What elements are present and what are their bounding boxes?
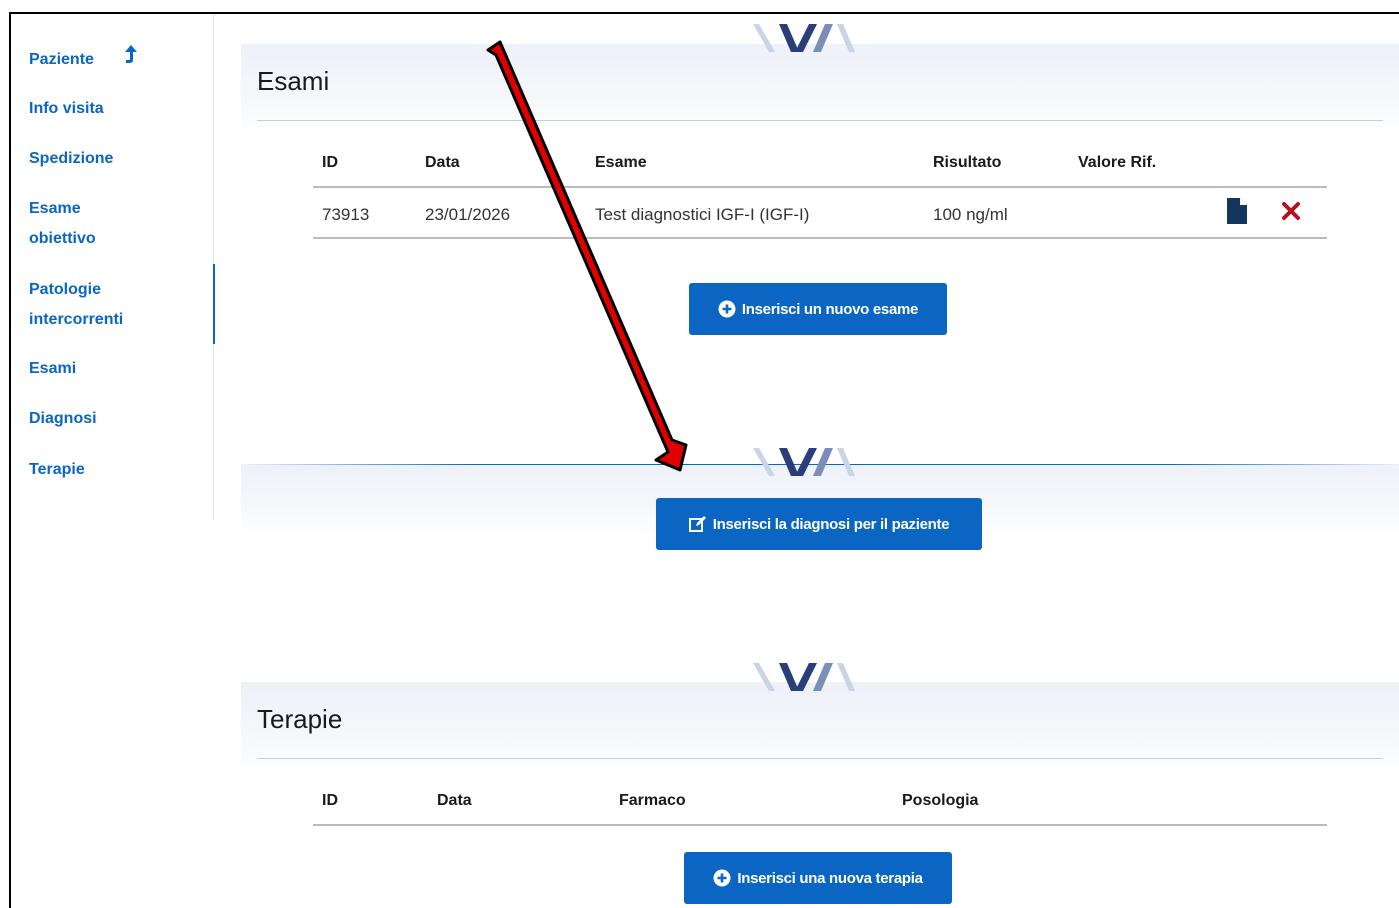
sidebar-item-esame-obiettivo[interactable]: Esame obiettivo — [29, 194, 96, 254]
sidebar-item-label: Esame — [29, 200, 81, 217]
sidebar-item-terapie[interactable]: Terapie — [29, 455, 85, 485]
add-esame-button[interactable]: Inserisci un nuovo esame — [689, 283, 947, 335]
sidebar-nav: Paziente Info visita Spedizione Esame ob… — [11, 14, 215, 520]
sidebar-item-label: Diagnosi — [29, 410, 97, 427]
esami-cell-risultato: 100 ng/ml — [933, 205, 1008, 224]
sidebar-item-label: Spedizione — [29, 150, 114, 167]
terapie-header-farmaco: Farmaco — [619, 792, 686, 809]
sidebar-item-label: Info visita — [29, 100, 104, 117]
section-logo-icon — [753, 24, 855, 52]
sidebar-item-label: obiettivo — [29, 230, 96, 247]
plus-circle-icon — [718, 300, 736, 318]
esami-header-valore-rif: Valore Rif. — [1078, 154, 1157, 171]
esami-row-divider — [313, 237, 1327, 239]
esami-cell-id: 73913 — [322, 205, 370, 224]
terapie-header-id: ID — [322, 792, 338, 809]
esami-header-id: ID — [322, 154, 338, 171]
sidebar-item-label: Esami — [29, 360, 77, 377]
esami-title: Esami — [257, 66, 330, 96]
section-logo-icon — [753, 663, 855, 691]
arrow-up-icon-svg — [125, 45, 138, 63]
add-terapia-button-label: Inserisci una nuova terapia — [737, 869, 923, 887]
esami-divider — [257, 120, 1383, 121]
esami-header-data: Data — [425, 154, 460, 171]
sidebar-item-label: Patologie — [29, 281, 102, 298]
add-diagnosi-button-label: Inserisci la diagnosi per il paziente — [712, 515, 950, 533]
terapie-divider — [257, 758, 1383, 759]
edit-icon — [688, 516, 706, 532]
arrow-up-icon — [124, 43, 138, 73]
section-logo-icon — [753, 448, 855, 476]
esami-cell-esame: Test diagnostici IGF-I (IGF-I) — [595, 205, 810, 224]
sidebar-item-label: intercorrenti — [29, 311, 124, 328]
terapie-header-divider — [313, 824, 1327, 826]
sidebar-item-esami[interactable]: Esami — [29, 354, 76, 384]
plus-circle-icon — [713, 869, 731, 887]
sidebar-active-indicator — [213, 264, 215, 344]
terapie-header-data: Data — [437, 792, 472, 809]
sidebar-item-diagnosi[interactable]: Diagnosi — [29, 404, 97, 434]
app-frame: Paziente Info visita Spedizione Esame ob… — [9, 12, 1399, 908]
sidebar-item-label: Terapie — [29, 461, 85, 478]
esami-cell-data: 23/01/2026 — [425, 205, 511, 224]
add-esame-button-label: Inserisci un nuovo esame — [741, 300, 919, 318]
terapie-title: Terapie — [257, 704, 343, 734]
sidebar-item-paziente[interactable]: Paziente — [29, 43, 138, 75]
esami-header-esame: Esame — [595, 154, 647, 171]
add-terapia-button[interactable]: Inserisci una nuova terapia — [684, 852, 952, 904]
delete-icon[interactable] — [1281, 201, 1301, 221]
sidebar-item-label: Paziente — [29, 51, 94, 68]
add-diagnosi-button[interactable]: Inserisci la diagnosi per il paziente — [656, 498, 982, 550]
sidebar-item-patologie-intercorrenti[interactable]: Patologie intercorrenti — [29, 275, 123, 335]
terapie-header-posologia: Posologia — [902, 792, 979, 809]
sidebar-item-spedizione[interactable]: Spedizione — [29, 144, 113, 174]
esami-header-divider — [313, 186, 1327, 188]
document-icon[interactable] — [1226, 197, 1248, 225]
sidebar-item-info-visita[interactable]: Info visita — [29, 94, 104, 124]
esami-header-risultato: Risultato — [933, 154, 1002, 171]
